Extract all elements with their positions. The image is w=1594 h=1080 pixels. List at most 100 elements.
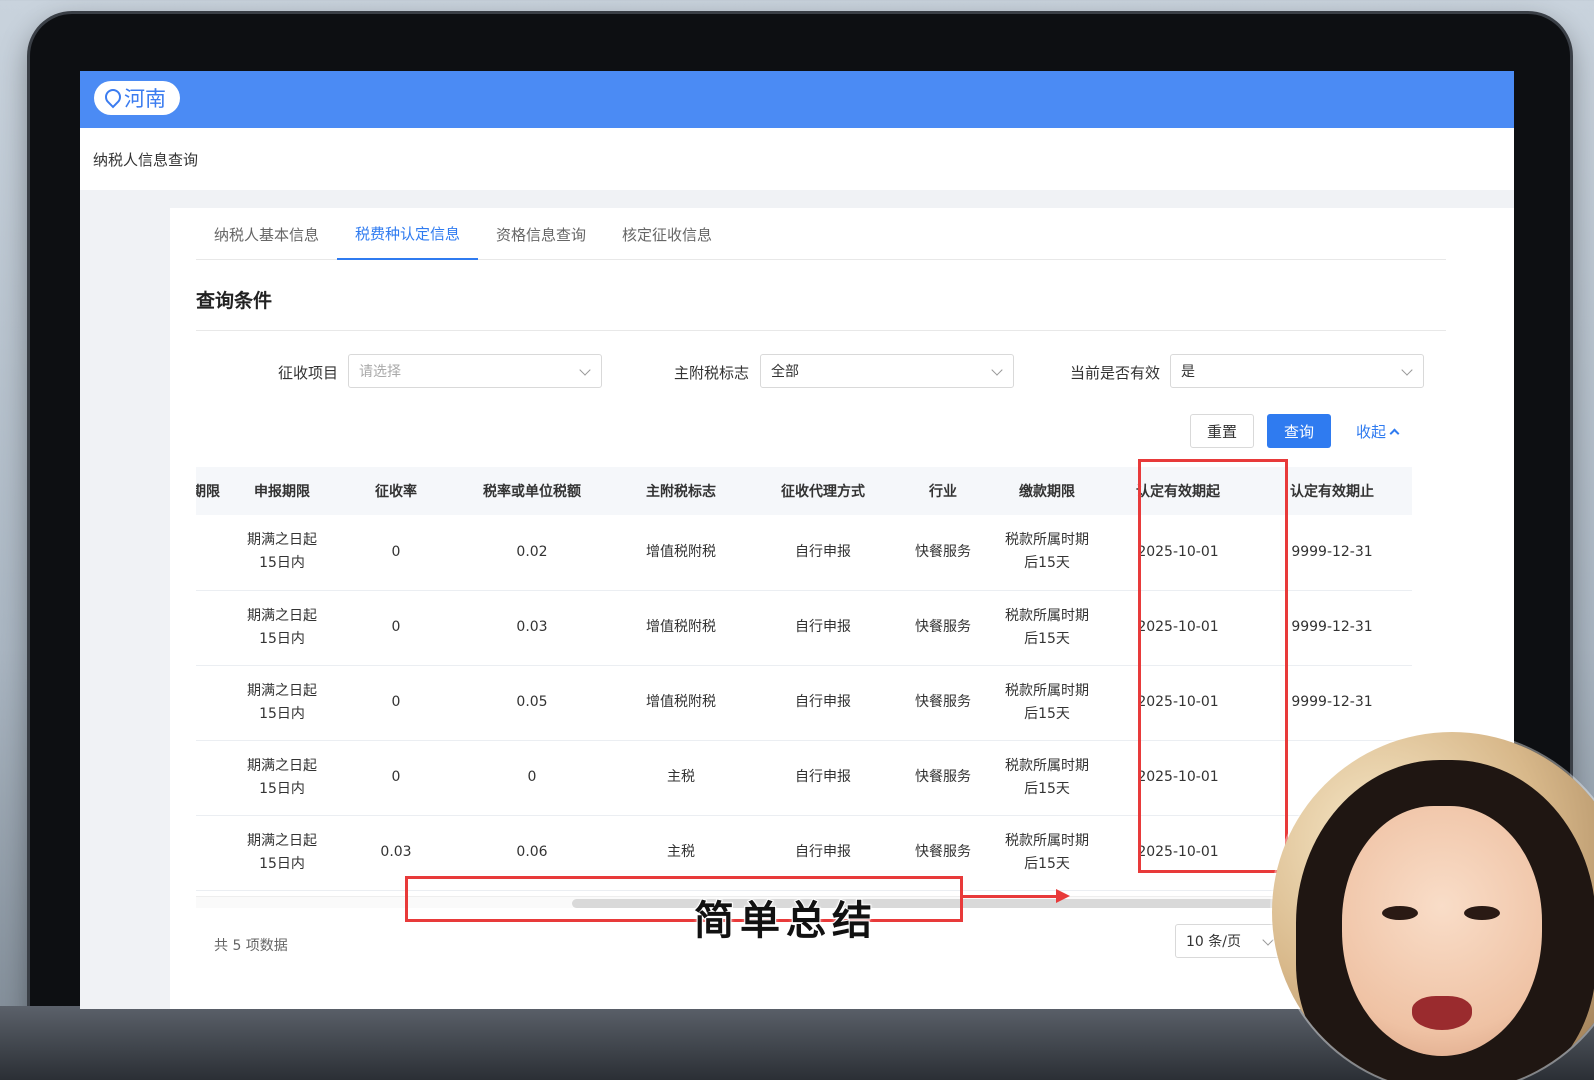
collapse-toggle[interactable]: 收起 xyxy=(1356,414,1400,448)
collapse-label: 收起 xyxy=(1356,422,1387,441)
tab-tax-type-info[interactable]: 税费种认定信息 xyxy=(337,208,479,260)
table-cell: 期满之日起 15日内 xyxy=(224,515,340,591)
chevron-down-icon xyxy=(991,364,1003,376)
cell-line: 期满之日起 xyxy=(247,682,317,699)
table-cell: 0 xyxy=(340,740,452,816)
table-cell: 0.06 xyxy=(452,815,612,891)
presenter-mouth xyxy=(1412,996,1472,1030)
cell-line: 15日内 xyxy=(259,705,305,722)
chevron-down-icon xyxy=(1262,934,1274,946)
table-cell: 增值税附税 xyxy=(612,665,750,741)
table-cell: 自行申报 xyxy=(750,590,896,666)
table-cell: 0.03 xyxy=(340,815,452,891)
col-header: 行业 xyxy=(896,467,990,515)
presenter-eye xyxy=(1464,906,1500,920)
main-sub-flag-value: 全部 xyxy=(771,364,799,380)
tab-bar: 纳税人基本信息 税费种认定信息 资格信息查询 核定征收信息 xyxy=(196,208,1446,260)
cell-line: 税款所属时期 xyxy=(1005,757,1089,774)
table-cell xyxy=(196,590,224,666)
col-header: 申报期限 xyxy=(224,467,340,515)
region-selector[interactable]: 河南 xyxy=(94,81,180,115)
table-cell: 0 xyxy=(340,590,452,666)
tax-type-table-wrap: 期限 申报期限 征收率 税率或单位税额 主附税标志 征收代理方式 行业 缴款期限… xyxy=(196,467,1446,893)
table-cell: 9999-12-31 xyxy=(1252,515,1412,591)
table-cell: 快餐服务 xyxy=(896,515,990,591)
cell-line: 税款所属时期 xyxy=(1005,682,1089,699)
is-valid-select[interactable]: 是 xyxy=(1170,354,1424,388)
table-row: 期满之日起 15日内 0 0.03 增值税附税 自行申报 快餐服务 税款所属时期后… xyxy=(196,590,1412,666)
table-cell: 2025-10-01 xyxy=(1104,590,1252,666)
tab-qualification-info[interactable]: 资格信息查询 xyxy=(478,208,604,260)
scrollbar-thumb[interactable] xyxy=(572,899,1292,908)
table-cell: 自行申报 xyxy=(750,515,896,591)
table-cell: 0 xyxy=(452,740,612,816)
table-cell: 自行申报 xyxy=(750,740,896,816)
presenter-face xyxy=(1342,806,1542,1056)
search-button[interactable]: 查询 xyxy=(1267,414,1331,448)
col-header: 缴款期限 xyxy=(990,467,1104,515)
cell-line: 税款所属时期 xyxy=(1005,607,1089,624)
top-bar: 河南 xyxy=(80,71,1514,128)
table-cell xyxy=(196,740,224,816)
table-cell: 税款所属时期 后15天 xyxy=(990,740,1104,816)
table-cell xyxy=(196,515,224,591)
cell-line: 后15天 xyxy=(1024,630,1070,647)
table-cell: 2025-10-01 xyxy=(1104,665,1252,741)
table-cell: 9999-12-31 xyxy=(1252,665,1412,741)
table-cell xyxy=(196,665,224,741)
video-subtitle: 简单总结 xyxy=(693,896,878,945)
table-cell: 自行申报 xyxy=(750,665,896,741)
page-title: 纳税人信息查询 xyxy=(93,150,199,169)
tab-assessed-levy-info[interactable]: 核定征收信息 xyxy=(604,208,730,260)
total-count: 共 5 项数据 xyxy=(214,938,288,954)
table-cell: 0 xyxy=(340,515,452,591)
cell-line: 税款所属时期 xyxy=(1005,532,1089,549)
table-cell: 期满之日起 15日内 xyxy=(224,740,340,816)
table-cell: 0.05 xyxy=(452,665,612,741)
table-header-row: 期限 申报期限 征收率 税率或单位税额 主附税标志 征收代理方式 行业 缴款期限… xyxy=(196,467,1412,515)
table-row: 期满之日起 15日内 0.03 0.06 主税 自行申报 快餐服务 税款所属时期后… xyxy=(196,815,1412,891)
table-cell: 自行申报 xyxy=(750,815,896,891)
cell-line: 后15天 xyxy=(1024,705,1070,722)
chevron-down-icon xyxy=(579,364,591,376)
chevron-down-icon xyxy=(1401,364,1413,376)
cell-line: 期满之日起 xyxy=(247,532,317,549)
table-cell: 0.02 xyxy=(452,515,612,591)
main-sub-flag-select[interactable]: 全部 xyxy=(760,354,1014,388)
cell-line: 税款所属时期 xyxy=(1005,832,1089,849)
table-cell xyxy=(196,815,224,891)
region-label: 河南 xyxy=(124,87,166,111)
query-section-title: 查询条件 xyxy=(196,290,273,312)
arrow-right-icon xyxy=(1056,889,1070,903)
table-cell: 主税 xyxy=(612,740,750,816)
table-cell: 税款所属时期 后15天 xyxy=(990,515,1104,591)
levy-item-select[interactable]: 请选择 xyxy=(348,354,602,388)
tab-basic-info[interactable]: 纳税人基本信息 xyxy=(196,208,337,260)
col-header: 认定有效期止 xyxy=(1252,467,1412,515)
table-cell: 快餐服务 xyxy=(896,590,990,666)
table-cell: 2025-10-01 xyxy=(1104,815,1252,891)
is-valid-value: 是 xyxy=(1181,364,1195,380)
page-size-select[interactable]: 10 条/页 xyxy=(1175,924,1285,958)
table-cell: 9999-12-31 xyxy=(1252,590,1412,666)
section-divider xyxy=(196,330,1446,331)
table-cell: 主税 xyxy=(612,815,750,891)
table-cell: 增值税附税 xyxy=(612,515,750,591)
col-header: 主附税标志 xyxy=(612,467,750,515)
table-cell: 期满之日起 15日内 xyxy=(224,815,340,891)
cell-line: 15日内 xyxy=(259,630,305,647)
table-row: 期满之日起 15日内 0 0.02 增值税附税 自行申报 快餐服务 税款所属时期后… xyxy=(196,515,1412,591)
table-cell: 税款所属时期 后15天 xyxy=(990,590,1104,666)
breadcrumb: 纳税人信息查询 xyxy=(80,128,1514,190)
presenter-eye xyxy=(1382,906,1418,920)
col-header: 税率或单位税额 xyxy=(452,467,612,515)
cell-line: 期满之日起 xyxy=(247,607,317,624)
col-header: 期限 xyxy=(196,467,224,515)
cell-line: 期满之日起 xyxy=(247,832,317,849)
cell-line: 后15天 xyxy=(1024,780,1070,797)
chevron-up-icon xyxy=(1389,428,1400,438)
col-header: 认定有效期起 xyxy=(1104,467,1252,515)
reset-button[interactable]: 重置 xyxy=(1190,414,1254,448)
table-cell: 0 xyxy=(340,665,452,741)
cell-line: 15日内 xyxy=(259,555,305,572)
